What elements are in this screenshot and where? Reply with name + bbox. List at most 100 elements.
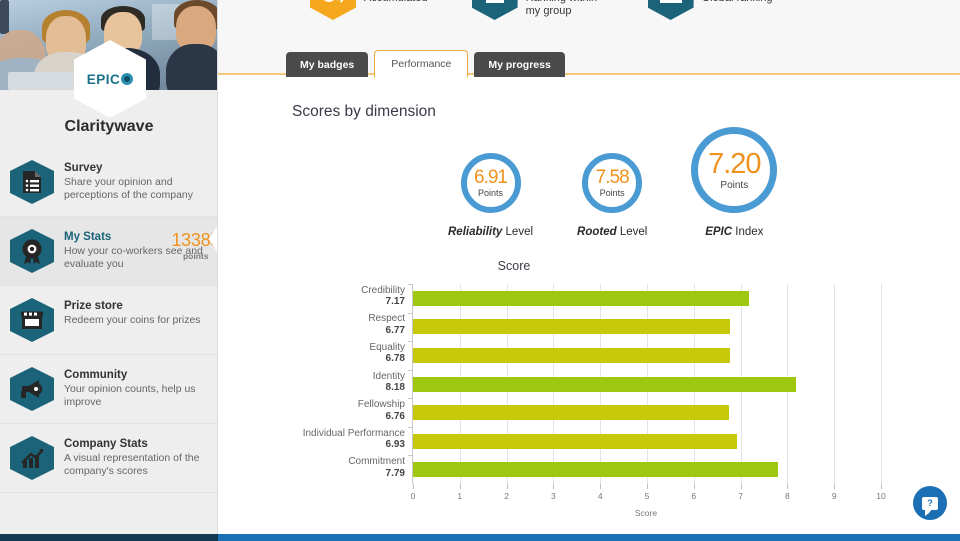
survey-text: Survey Share your opinion and perception… (64, 160, 208, 201)
sidebar-item-sub: Redeem your coins for prizes (64, 314, 201, 326)
category-value: 6.76 (385, 410, 405, 422)
score-caption-bold: EPIC (705, 226, 733, 238)
sidebar-item-sub: Your opinion counts, help us improve (64, 383, 196, 408)
tab-my-badges[interactable]: My badges (286, 52, 369, 77)
x-axis-tick-label: 3 (551, 491, 556, 501)
score-circles: 6.91 Points Reliability Level 7.58 Point… (448, 127, 778, 238)
performance-panel: Scores by dimension 6.91 Points Reliabil… (218, 77, 960, 534)
x-axis-tick-label: 5 (644, 491, 650, 501)
y-axis-category-label: Equality 6.78 (369, 342, 413, 365)
score-caption: EPIC Index (705, 226, 763, 238)
coin-face-icon-svg (322, 0, 345, 3)
sidebar-item-community[interactable]: Community Your opinion counts, help us i… (0, 355, 217, 424)
coin-face-icon (310, 0, 356, 20)
y-axis-category-label: Individual Performance 6.93 (303, 428, 413, 451)
sidebar-item-sub: Share your opinion and perceptions of th… (64, 176, 193, 201)
score-caption-bold: Rooted (577, 226, 617, 238)
brand-name: Claritywave (64, 118, 154, 135)
chart-gridline (834, 284, 836, 484)
bar-chart-icon (10, 436, 54, 480)
x-axis-tick (693, 484, 695, 489)
y-axis-category-label: Respect 6.77 (368, 313, 413, 336)
score-value: 7.20 (708, 147, 761, 180)
company-stats-text: Company Stats A visual representation of… (64, 436, 208, 477)
category-value: 7.79 (385, 467, 405, 479)
score-unit: Points (599, 188, 625, 198)
eye-logo-icon (121, 73, 134, 85)
community-icon-wrap (10, 367, 54, 411)
bottom-bar (0, 534, 960, 541)
score-circle-epic-index: 7.20 Points EPIC Index (691, 127, 778, 238)
y-axis-category-label: Fellowship 6.76 (358, 399, 413, 422)
document-icon (10, 160, 54, 204)
chart-bar[interactable] (413, 347, 731, 363)
my-stats-icon-wrap (10, 229, 54, 273)
help-chat-icon[interactable]: ? (913, 486, 947, 520)
tab-performance[interactable]: Performance (374, 50, 469, 78)
chart-bar[interactable] (413, 290, 749, 306)
chart-bar[interactable] (413, 462, 778, 478)
score-unit: Points (720, 179, 749, 191)
score-caption: Reliability Level (448, 226, 533, 238)
score-value: 6.91 (474, 167, 508, 188)
chat-bubble-shape: ? (922, 496, 938, 516)
sidebar-item-label: Prize store (64, 300, 123, 312)
score-bar-chart: 0 1 2 3 4 5 6 7 8 9 10 Credibility 7.17 Respect 6.77 Eq… (218, 280, 960, 520)
chart-bar[interactable] (413, 405, 730, 421)
trophy-podium-icon: 1 2 3 (647, 0, 694, 20)
x-axis-tick (600, 484, 602, 489)
top-stats-row: 13385 Accumulated 1 2/65 Ranking within … (218, 0, 773, 20)
sidebar-item-label: Community (64, 369, 128, 381)
x-axis-tick-label: 4 (597, 491, 603, 501)
chart-bar[interactable] (413, 319, 730, 335)
chart-gridline (881, 284, 882, 484)
tab-bar: My badges Performance My progress (286, 49, 565, 78)
sidebar-item-label: Company Stats (64, 438, 148, 450)
podium-icon-svg: 1 (485, 0, 504, 3)
category-value: 7.17 (385, 296, 405, 308)
hero-laptop (8, 72, 82, 90)
logo-wordmark: EPIC (87, 72, 134, 87)
stat-label: Accumulated (364, 0, 428, 5)
score-caption-rest: Level (616, 226, 648, 238)
category-name: Respect (368, 313, 405, 325)
podium-icon: 1 (471, 0, 518, 20)
stat-label: Global ranking (702, 0, 773, 5)
x-axis-tick (834, 484, 836, 489)
survey-icon-wrap (10, 160, 54, 204)
sidebar-item-survey[interactable]: Survey Share your opinion and perception… (0, 148, 217, 217)
score-caption: Rooted Level (577, 226, 647, 238)
category-name: Credibility (361, 284, 405, 296)
sidebar-item-prize-store[interactable]: Prize store Redeem your coins for prizes (0, 286, 217, 355)
sidebar-item-my-stats[interactable]: My Stats How your co-workers see and eva… (0, 217, 217, 286)
x-axis-tick-label: 7 (738, 491, 743, 501)
sidebar-item-label: Survey (64, 162, 103, 174)
score-caption-rest: Index (732, 226, 764, 238)
bar-chart-icon-svg (21, 449, 43, 468)
store-icon-svg (21, 311, 43, 329)
stat-global-ranking-body: 3/100 Global ranking (702, 0, 773, 5)
chat-glyph: ? (927, 497, 933, 508)
category-name: Equality (369, 341, 405, 353)
x-axis-tick-label: 10 (876, 491, 886, 501)
tab-my-progress[interactable]: My progress (474, 52, 565, 77)
hero-person-4-body (166, 44, 217, 90)
x-axis-tick (553, 484, 555, 489)
chart-bar[interactable] (413, 433, 738, 449)
hero-person-3-tie (0, 0, 9, 34)
category-value: 6.77 (385, 324, 405, 336)
score-caption-bold: Reliability (448, 226, 503, 238)
chart-bar[interactable] (413, 376, 796, 392)
sidebar-item-company-stats[interactable]: Company Stats A visual representation of… (0, 424, 217, 493)
ring-shape: 7.20 Points (691, 127, 778, 213)
category-name: Individual Performance (302, 427, 405, 439)
category-value: 8.18 (385, 382, 405, 393)
x-axis-tick (647, 484, 648, 489)
sidebar-item-sub: A visual representation of the company's… (64, 452, 200, 477)
epic-logo-badge: EPIC (74, 40, 146, 118)
category-name: Identity (372, 370, 405, 382)
document-icon-svg (23, 171, 41, 193)
medal-icon-svg (22, 239, 42, 264)
x-axis-tick (459, 484, 461, 489)
x-axis-tick-label: 6 (691, 491, 697, 501)
